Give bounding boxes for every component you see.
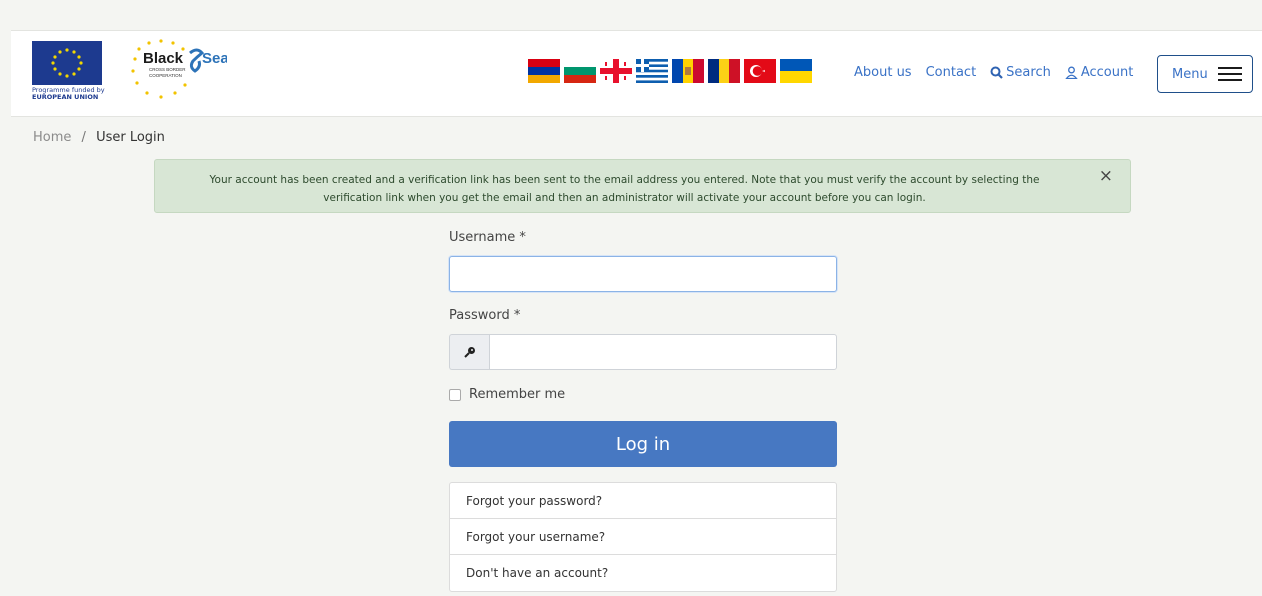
- menu-label: Menu: [1172, 66, 1208, 82]
- remember-me-checkbox[interactable]: [449, 388, 461, 401]
- breadcrumb-separator: /: [81, 130, 86, 145]
- remember-me-label: Remember me: [469, 387, 566, 402]
- top-nav: About us Contact Search Account: [854, 65, 1147, 80]
- login-form: Username * Password * Remember me Log in: [449, 230, 837, 592]
- nav-contact[interactable]: Contact: [926, 65, 977, 80]
- password-input[interactable]: [489, 334, 837, 370]
- forgot-password-link[interactable]: Forgot your password?: [450, 483, 836, 519]
- eu-flag-icon: [32, 41, 102, 85]
- login-button[interactable]: Log in: [449, 421, 837, 467]
- password-label: Password *: [449, 308, 521, 323]
- romania-flag-icon[interactable]: [708, 59, 740, 83]
- breadcrumb: Home / User Login: [33, 130, 165, 145]
- bulgaria-flag-icon[interactable]: [564, 59, 596, 83]
- alert-close-icon[interactable]: ×: [1099, 167, 1113, 185]
- georgia-flag-icon[interactable]: [600, 59, 632, 83]
- eu-text-line2: EUROPEAN UNION: [32, 93, 99, 101]
- forgot-username-link[interactable]: Forgot your username?: [450, 519, 836, 555]
- hamburger-icon: [1218, 67, 1242, 81]
- ukraine-flag-icon[interactable]: [780, 59, 812, 83]
- nav-search[interactable]: Search: [990, 65, 1051, 80]
- moldova-flag-icon[interactable]: [672, 59, 704, 83]
- svg-text:Black: Black: [143, 50, 184, 67]
- page: Programme funded by EUROPEAN UNION Black…: [0, 0, 1262, 596]
- site-header: Programme funded by EUROPEAN UNION Black…: [11, 30, 1262, 117]
- remember-me: Remember me: [449, 387, 837, 402]
- register-link[interactable]: Don't have an account?: [450, 555, 836, 591]
- blacksea-logo[interactable]: Black Sea CROSS BORDER COOPERATION: [123, 39, 227, 109]
- key-icon: [449, 334, 489, 370]
- nav-about-us[interactable]: About us: [854, 65, 912, 80]
- login-links: Forgot your password? Forgot your userna…: [449, 482, 837, 592]
- armenia-flag-icon[interactable]: [528, 59, 560, 83]
- svg-text:CROSS BORDER: CROSS BORDER: [149, 67, 186, 72]
- nav-search-label: Search: [1006, 65, 1051, 80]
- eu-logo-text: Programme funded by EUROPEAN UNION: [32, 87, 112, 101]
- language-flags: [528, 59, 812, 83]
- success-alert: Your account has been created and a veri…: [154, 159, 1131, 213]
- user-icon: [1065, 66, 1078, 79]
- greece-flag-icon[interactable]: [636, 59, 668, 83]
- username-label: Username *: [449, 230, 526, 245]
- alert-message: Your account has been created and a veri…: [209, 174, 1040, 204]
- password-group: [449, 334, 837, 370]
- svg-text:Sea: Sea: [202, 50, 227, 67]
- username-input[interactable]: [449, 256, 837, 292]
- nav-account-label: Account: [1080, 65, 1134, 80]
- search-icon: [990, 66, 1003, 79]
- breadcrumb-home[interactable]: Home: [33, 130, 71, 145]
- nav-account[interactable]: Account: [1065, 65, 1134, 80]
- svg-text:COOPERATION: COOPERATION: [149, 73, 182, 78]
- turkey-flag-icon[interactable]: [744, 59, 776, 83]
- breadcrumb-current: User Login: [96, 130, 165, 145]
- menu-button[interactable]: Menu: [1157, 55, 1253, 93]
- eu-logo[interactable]: Programme funded by EUROPEAN UNION: [32, 41, 105, 101]
